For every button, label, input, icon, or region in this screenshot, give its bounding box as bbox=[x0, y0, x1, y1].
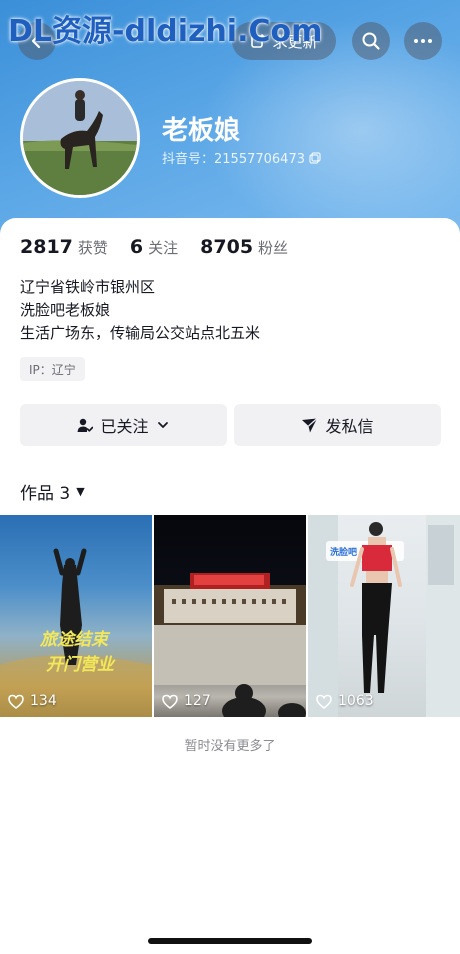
avatar-photo bbox=[23, 81, 137, 195]
tab-works[interactable]: 作品 3 ▼ bbox=[20, 479, 85, 504]
ip-location-tag: IP：辽宁 bbox=[20, 357, 85, 381]
stat-followers-label: 粉丝 bbox=[258, 239, 289, 257]
home-indicator[interactable] bbox=[148, 938, 312, 944]
stat-followers[interactable]: 8705 粉丝 bbox=[200, 236, 288, 258]
works-tab-label: 作品 3 bbox=[20, 484, 71, 504]
video-thumbnail[interactable]: 旅途结束 开门营业 134 bbox=[0, 515, 152, 717]
bio-line: 洗脸吧老板娘 bbox=[20, 301, 111, 319]
more-dots-icon bbox=[414, 39, 432, 43]
heart-icon bbox=[316, 694, 332, 709]
video-likes: 1063 bbox=[316, 693, 374, 709]
user-check-icon bbox=[77, 418, 94, 432]
stat-following[interactable]: 6 关注 bbox=[130, 236, 178, 258]
video-likes-count: 134 bbox=[30, 693, 57, 709]
stat-following-label: 关注 bbox=[148, 239, 179, 257]
stat-likes-value: 2817 bbox=[20, 236, 73, 258]
profile-nickname: 老板娘 bbox=[162, 116, 241, 146]
video-likes: 134 bbox=[8, 693, 57, 709]
video-likes-count: 127 bbox=[184, 693, 211, 709]
stat-followers-value: 8705 bbox=[200, 236, 254, 258]
send-message-button[interactable]: 发私信 bbox=[234, 404, 441, 446]
video-likes: 127 bbox=[162, 693, 211, 709]
video-overlay-text: 旅途结束 bbox=[39, 630, 111, 650]
douyin-id-text: 抖音号：21557706473 bbox=[162, 152, 305, 167]
bio-line: 生活广场东，传输局公交站点北五米 bbox=[20, 324, 261, 342]
heart-icon bbox=[162, 694, 178, 709]
douyin-id[interactable]: 抖音号：21557706473 bbox=[162, 148, 321, 167]
followed-label: 已关注 bbox=[100, 417, 149, 436]
more-options-button[interactable] bbox=[404, 22, 442, 60]
followed-button[interactable]: 已关注 bbox=[20, 404, 227, 446]
search-button[interactable] bbox=[352, 22, 390, 60]
watermark: DL资源-dldizhi.Com bbox=[8, 14, 323, 49]
video-thumbnail[interactable]: 洗脸吧 1063 bbox=[308, 515, 460, 717]
stat-following-value: 6 bbox=[129, 236, 144, 258]
caret-down-icon: ▼ bbox=[76, 485, 85, 498]
video-thumbnail[interactable]: 127 bbox=[154, 515, 306, 717]
video-overlay-text: 洗脸吧 bbox=[330, 546, 357, 558]
chevron-down-icon bbox=[157, 422, 168, 428]
bio-line: 辽宁省铁岭市银州区 bbox=[20, 278, 156, 296]
send-icon bbox=[302, 417, 318, 432]
video-likes-count: 1063 bbox=[338, 693, 374, 709]
stat-likes[interactable]: 2817 获赞 bbox=[20, 236, 108, 258]
video-grid: 旅途结束 开门营业 134 127 洗脸吧 1063 bbox=[0, 515, 460, 717]
profile-stats: 2817 获赞 6 关注 8705 粉丝 bbox=[20, 236, 310, 258]
copy-icon[interactable] bbox=[309, 151, 321, 164]
avatar[interactable] bbox=[20, 78, 140, 198]
video-cover-image: 旅途结束 开门营业 bbox=[0, 548, 152, 717]
video-overlay-text: 开门营业 bbox=[46, 655, 116, 675]
heart-icon bbox=[8, 694, 24, 709]
video-cover-image: 洗脸吧 bbox=[308, 515, 460, 717]
profile-bio: 辽宁省铁岭市银州区 洗脸吧老板娘 生活广场东，传输局公交站点北五米 bbox=[20, 276, 260, 345]
send-message-label: 发私信 bbox=[325, 417, 374, 436]
video-cover-image bbox=[154, 573, 306, 717]
search-icon bbox=[362, 32, 380, 50]
stat-likes-label: 获赞 bbox=[77, 239, 108, 257]
no-more-content-text: 暂时没有更多了 bbox=[184, 739, 276, 754]
